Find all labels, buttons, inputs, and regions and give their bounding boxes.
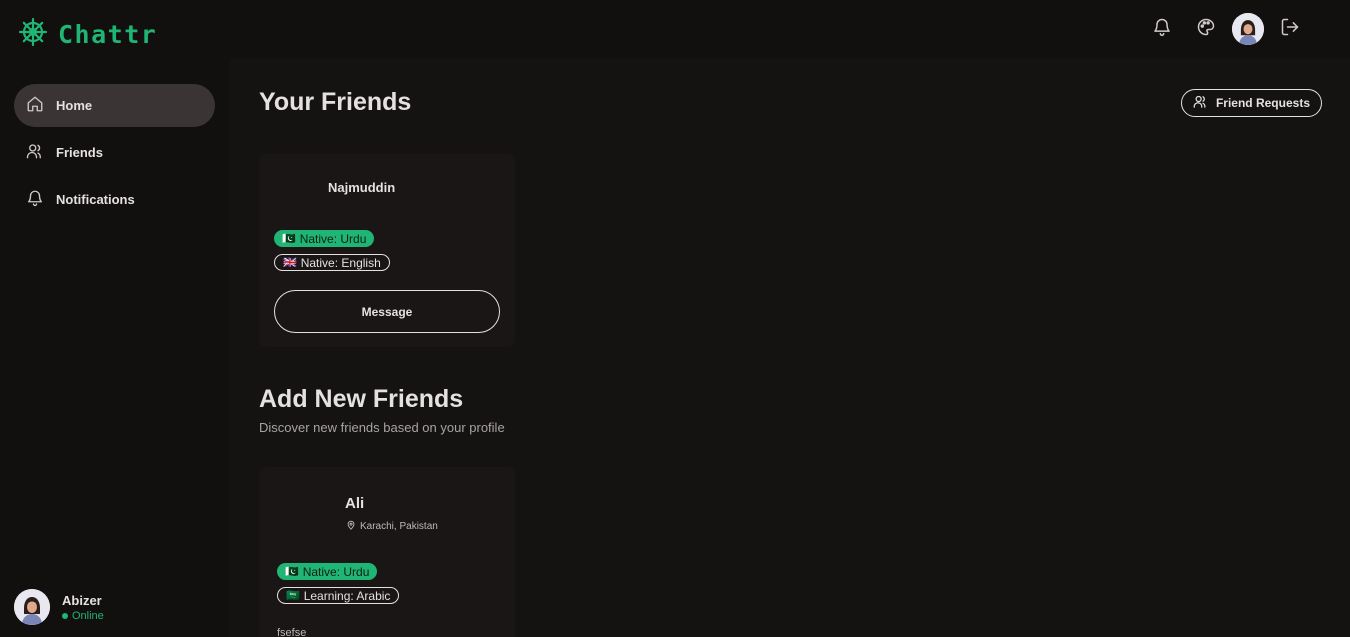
language-text: Native: Urdu [299, 231, 367, 246]
flag-pakistan-icon: 🇵🇰 [285, 566, 299, 578]
status-text: Online [72, 609, 104, 622]
language-text: Native: English [300, 255, 381, 270]
recommended-user-card: Ali Karachi, Pakistan 🇵🇰 Native: Urdu 🇸🇦… [259, 467, 515, 637]
sidebar-nav: Home Friends Notifications [14, 84, 215, 225]
topbar-actions [1140, 12, 1312, 46]
flag-pakistan-icon: 🇵🇰 [282, 233, 296, 245]
sidebar-item-label: Notifications [56, 192, 135, 207]
language-badge: 🇬🇧 Native: English [274, 254, 390, 271]
current-user[interactable]: Abizer Online [14, 589, 104, 625]
language-text: Native: Urdu [302, 564, 370, 579]
sidebar-item-notifications[interactable]: Notifications [14, 178, 215, 221]
palette-icon [1196, 17, 1216, 42]
online-dot-icon [62, 612, 68, 619]
friend-card: Najmuddin 🇵🇰 Native: Urdu 🇬🇧 Native: Eng… [259, 154, 515, 347]
language-badge: 🇵🇰 Native: Urdu [277, 563, 378, 580]
section-subtitle: Discover new friends based on your profi… [259, 420, 505, 435]
logout-icon [1280, 17, 1300, 42]
map-pin-icon [346, 520, 356, 533]
app-logo[interactable]: Chattr [18, 17, 158, 52]
user-name: Abizer [62, 592, 102, 608]
home-icon [26, 95, 44, 116]
topbar [230, 0, 1350, 58]
page-title: Your Friends [259, 88, 412, 116]
app-name: Chattr [58, 19, 158, 49]
sidebar-item-home[interactable]: Home [14, 84, 215, 127]
ship-wheel-icon [18, 17, 48, 52]
logout-button[interactable] [1268, 12, 1312, 46]
language-badge: 🇸🇦 Learning: Arabic [277, 587, 400, 604]
user-bio: fsefse [277, 627, 307, 637]
theme-button[interactable] [1184, 12, 1228, 46]
main-content: Your Friends Friend Requests Najmuddin 🇵… [230, 58, 1350, 637]
bell-icon [1152, 17, 1172, 42]
user-card-name: Ali [345, 495, 365, 512]
bell-icon [26, 189, 44, 210]
friend-requests-button[interactable]: Friend Requests [1180, 89, 1322, 117]
user-location: Karachi, Pakistan [346, 520, 438, 533]
language-text: Learning: Arabic [303, 588, 391, 603]
language-badge: 🇵🇰 Native: Urdu [274, 230, 375, 247]
section-title: Add New Friends [259, 385, 464, 413]
users-icon [1193, 94, 1208, 112]
sidebar-item-label: Home [56, 98, 93, 113]
sidebar: Chattr Home Friends Notifications Abizer… [0, 0, 230, 637]
message-button[interactable]: Message [274, 290, 500, 333]
sidebar-item-friends[interactable]: Friends [14, 131, 215, 174]
flag-uk-icon: 🇬🇧 [283, 257, 297, 269]
friend-name: Najmuddin [328, 180, 396, 195]
sidebar-item-label: Friends [56, 145, 103, 160]
users-icon [26, 142, 44, 163]
flag-saudi-icon: 🇸🇦 [286, 590, 300, 602]
notifications-button[interactable] [1140, 12, 1184, 46]
avatar[interactable] [1232, 13, 1264, 45]
avatar [14, 589, 50, 625]
friend-requests-label: Friend Requests [1215, 96, 1310, 110]
location-text: Karachi, Pakistan [360, 521, 438, 532]
user-status: Online [62, 610, 104, 622]
